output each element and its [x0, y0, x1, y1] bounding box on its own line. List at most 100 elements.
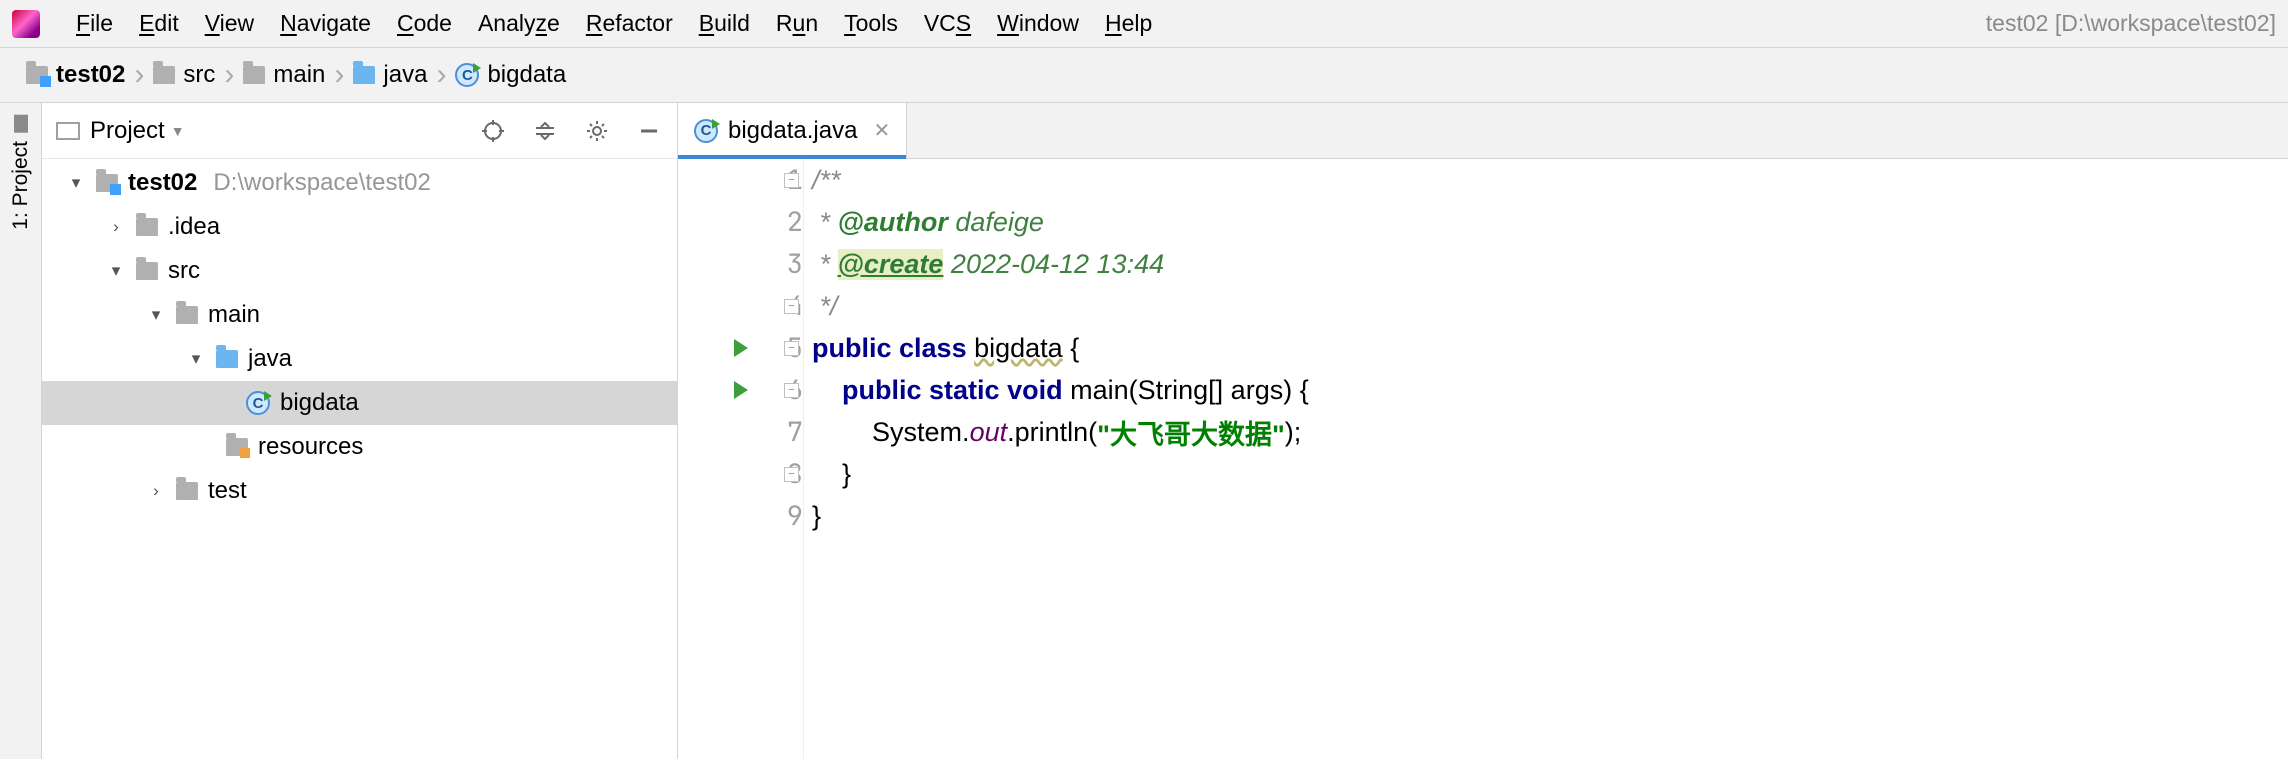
- code-line: public class bigdata {: [812, 327, 2288, 369]
- breadcrumb-label: main: [273, 61, 325, 89]
- project-panel-title[interactable]: Project: [90, 117, 165, 145]
- tree-label: test: [208, 477, 247, 505]
- folder-icon: [153, 66, 175, 84]
- line-number: 7: [755, 414, 803, 450]
- breadcrumb-label: src: [183, 61, 215, 89]
- tree-node-java[interactable]: ▾ java: [42, 337, 677, 381]
- menu-analyze[interactable]: Analyze: [478, 10, 560, 37]
- run-gutter-icon[interactable]: [734, 339, 748, 357]
- breadcrumb-separator: ›: [224, 58, 234, 92]
- tool-tab-label: 1: Project: [9, 141, 33, 230]
- code-line: }: [812, 495, 2288, 537]
- menu-bar: File Edit View Navigate Code Analyze Ref…: [0, 0, 2288, 48]
- class-icon: C: [694, 119, 718, 143]
- chevron-right-icon[interactable]: ›: [146, 481, 166, 501]
- chevron-down-icon[interactable]: ▾: [106, 261, 126, 281]
- breadcrumb-label: java: [383, 61, 427, 89]
- editor-tab-bigdata[interactable]: C bigdata.java ✕: [678, 102, 907, 158]
- tree-node-main[interactable]: ▾ main: [42, 293, 677, 337]
- menu-edit[interactable]: Edit: [139, 10, 179, 37]
- chevron-down-icon[interactable]: ▾: [146, 305, 166, 325]
- code-content[interactable]: /** * @author dafeige * @create 2022-04-…: [804, 159, 2288, 759]
- code-line: }: [812, 453, 2288, 495]
- source-folder-icon: [216, 350, 238, 368]
- menu-vcs[interactable]: VCS: [924, 10, 971, 37]
- chevron-right-icon[interactable]: ›: [106, 217, 126, 237]
- tree-label: test02: [128, 169, 197, 197]
- breadcrumb-separator: ›: [334, 58, 344, 92]
- tool-tab-project[interactable]: 1: Project: [3, 103, 39, 244]
- code-line: System.out.println("大飞哥大数据");: [812, 411, 2288, 453]
- locate-icon[interactable]: [479, 117, 507, 145]
- code-line: * @author dafeige: [812, 201, 2288, 243]
- project-view-icon: [56, 122, 80, 140]
- tree-node-idea[interactable]: › .idea: [42, 205, 677, 249]
- breadcrumb-item-src[interactable]: src: [149, 59, 219, 91]
- chevron-down-icon[interactable]: ▾: [186, 349, 206, 369]
- fold-handle-icon[interactable]: −: [784, 467, 799, 482]
- menu-window[interactable]: Window: [997, 10, 1079, 37]
- breadcrumb-item-module[interactable]: test02: [22, 59, 129, 91]
- tree-node-resources[interactable]: resources: [42, 425, 677, 469]
- menu-view[interactable]: View: [205, 10, 254, 37]
- folder-icon: [136, 218, 158, 236]
- tree-label: resources: [258, 433, 363, 461]
- panel-actions: [479, 117, 663, 145]
- breadcrumb-separator: ›: [436, 58, 446, 92]
- menu-build[interactable]: Build: [699, 10, 750, 37]
- fold-handle-icon[interactable]: −: [784, 341, 799, 356]
- navigation-bar: test02 › src › main › java › C bigdata: [0, 48, 2288, 103]
- breadcrumb-label: test02: [56, 61, 125, 89]
- editor-tab-label: bigdata.java: [728, 117, 857, 145]
- editor-body[interactable]: 1− 2 3 4− 5− 6− 7 8− 9 /** * @author daf…: [678, 159, 2288, 759]
- tree-node-root[interactable]: ▾ test02 D:\workspace\test02: [42, 161, 677, 205]
- close-icon[interactable]: ✕: [873, 118, 890, 143]
- app-icon: [12, 10, 40, 38]
- menu-tools[interactable]: Tools: [844, 10, 898, 37]
- fold-handle-icon[interactable]: −: [784, 383, 799, 398]
- fold-handle-icon[interactable]: −: [784, 173, 799, 188]
- editor-gutter[interactable]: 1− 2 3 4− 5− 6− 7 8− 9: [678, 159, 804, 759]
- resources-folder-icon: [226, 438, 248, 456]
- menu-run[interactable]: Run: [776, 10, 818, 37]
- menu-refactor[interactable]: Refactor: [586, 10, 673, 37]
- breadcrumb-item-class[interactable]: C bigdata: [451, 59, 570, 91]
- menu-code[interactable]: Code: [397, 10, 452, 37]
- breadcrumb-label: bigdata: [487, 61, 566, 89]
- tree-node-bigdata[interactable]: C bigdata: [42, 381, 677, 425]
- minimize-icon[interactable]: [635, 117, 663, 145]
- breadcrumb-item-main[interactable]: main: [239, 59, 329, 91]
- folder-icon: [176, 482, 198, 500]
- tree-label: .idea: [168, 213, 220, 241]
- code-line: public static void main(String[] args) {: [812, 369, 2288, 411]
- tree-node-src[interactable]: ▾ src: [42, 249, 677, 293]
- dropdown-icon[interactable]: ▼: [171, 123, 185, 139]
- editor-area: C bigdata.java ✕ 1− 2 3 4− 5− 6− 7 8− 9 …: [678, 103, 2288, 759]
- run-gutter-icon[interactable]: [734, 381, 748, 399]
- menu-navigate[interactable]: Navigate: [280, 10, 371, 37]
- menu-help[interactable]: Help: [1105, 10, 1152, 37]
- module-folder-icon: [96, 174, 118, 192]
- chevron-down-icon[interactable]: ▾: [66, 173, 86, 193]
- module-folder-icon: [26, 66, 48, 84]
- fold-handle-icon[interactable]: −: [784, 299, 799, 314]
- project-tree[interactable]: ▾ test02 D:\workspace\test02 › .idea ▾ s…: [42, 159, 677, 759]
- gear-icon[interactable]: [583, 117, 611, 145]
- tree-label: src: [168, 257, 200, 285]
- source-folder-icon: [353, 66, 375, 84]
- class-icon: C: [455, 63, 479, 87]
- expand-all-icon[interactable]: [531, 117, 559, 145]
- code-line: */: [812, 285, 2288, 327]
- window-title-path: test02 [D:\workspace\test02]: [1986, 10, 2276, 37]
- breadcrumb-item-java[interactable]: java: [349, 59, 431, 91]
- breadcrumb-separator: ›: [134, 58, 144, 92]
- line-number: 2: [755, 204, 803, 240]
- menu-file[interactable]: File: [76, 10, 113, 37]
- folder-icon: [136, 262, 158, 280]
- tree-hint: D:\workspace\test02: [213, 169, 430, 197]
- tree-node-test[interactable]: › test: [42, 469, 677, 513]
- tree-label: java: [248, 345, 292, 373]
- left-tool-strip: 1: Project: [0, 103, 42, 759]
- project-panel-header: Project ▼: [42, 103, 677, 159]
- folder-icon: [243, 66, 265, 84]
